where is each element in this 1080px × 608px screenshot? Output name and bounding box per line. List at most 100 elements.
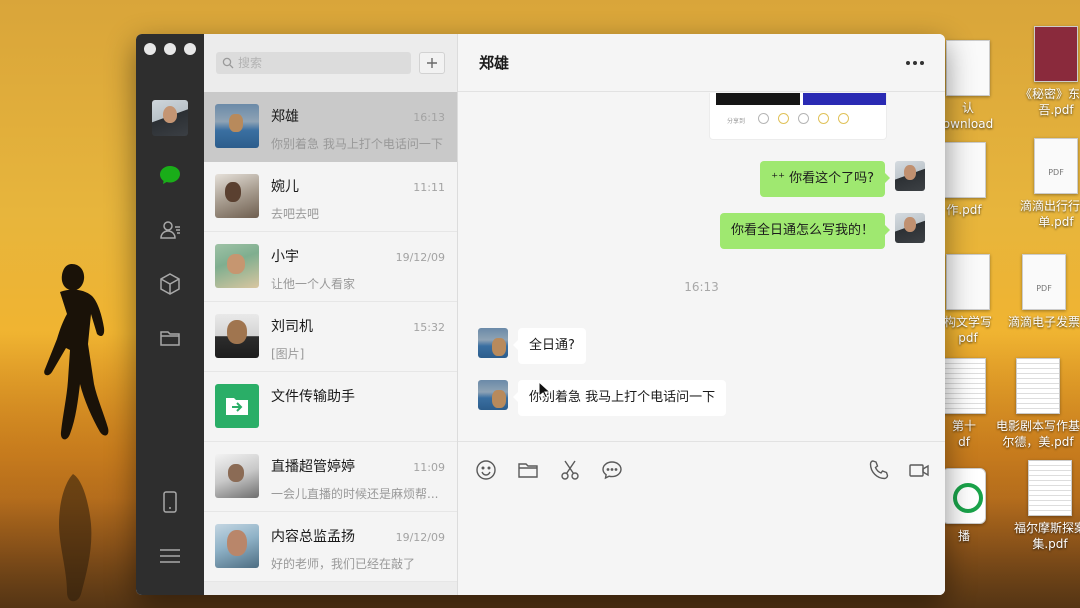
search-bar-row [204,34,457,92]
phone-icon [869,460,889,480]
emoji-icon [476,460,496,480]
video-call-button[interactable] [907,458,931,482]
chat-name: 直播超管婷婷 [271,459,355,475]
composer-toolbar [458,442,945,498]
chat-preview: 你别着急 我马上打个电话问一下 [271,137,443,151]
navigation-rail [136,34,204,595]
emoji-button[interactable] [474,458,498,482]
chat-item-info: 郑雄 16:13 你别着急 我马上打个电话问一下 [271,104,445,162]
card-thumbnail [716,93,800,105]
chat-item-info: 刘司机 15:32 [图片] [271,314,445,371]
chat-preview: 去吧去吧 [271,207,320,221]
chat-item-liu-siji[interactable]: 刘司机 15:32 [图片] [204,302,457,372]
pdf-book-icon [1034,26,1078,82]
desktop-file-icon[interactable]: PDF 滴滴出行行程 单.pdf [1010,138,1080,230]
chat-item-wan-er[interactable]: 婉儿 11:11 去吧去吧 [204,162,457,232]
video-camera-icon [909,464,929,477]
chats-nav-button[interactable] [156,161,184,189]
chat-item-info: 婉儿 11:11 去吧去吧 [271,174,445,231]
conversation-pane: 郑雄 分享到 ⁺⁺ 你看这个了吗? 你看全日通怎么写我的！ 16:13 全日通?… [458,34,945,595]
avatar [895,161,925,191]
scissors-icon [561,460,579,480]
chat-preview: 一会儿直播的时候还是麻烦帮... [271,487,439,501]
contacts-icon [160,221,180,239]
message-outgoing: 你看全日通怎么写我的！ [719,213,925,249]
invoice-document-icon: PDF [1022,254,1066,310]
search-icon [222,57,234,69]
chat-item-info: 直播超管婷婷 11:09 一会儿直播的时候还是麻烦帮... [271,454,445,511]
document-icon [946,40,990,96]
document-icon [942,142,986,198]
chat-history-button[interactable] [600,458,624,482]
message-bubble[interactable]: 你看全日通怎么写我的！ [719,213,891,249]
card-share-label: 分享到 [727,118,746,125]
chat-item-xiao-yu[interactable]: 小宇 19/12/09 让他一个人看家 [204,232,457,302]
send-file-button[interactable] [516,458,540,482]
message-timestamp: 16:13 [684,280,719,294]
my-avatar[interactable] [152,100,188,136]
contacts-nav-button[interactable] [156,216,184,244]
message-bubble[interactable]: ⁺⁺ 你看这个了吗? [760,161,890,197]
conversation-title: 郑雄 [479,54,510,72]
file-transfer-avatar [215,384,259,428]
runner-reflection [59,474,92,602]
chat-preview: 让他一个人看家 [271,277,356,291]
conversation-header: 郑雄 [458,34,945,92]
desktop-file-icon[interactable]: 福尔摩斯探案 集.pdf [1004,460,1080,552]
screenshot-button[interactable] [558,458,582,482]
file-transfer-icon [226,398,248,415]
menu-nav-button[interactable] [156,542,184,570]
call-buttons [867,458,931,482]
message-outgoing: ⁺⁺ 你看这个了吗? [760,161,925,197]
card-share-icons [758,113,849,124]
new-chat-button[interactable] [419,52,445,74]
zoom-window-button[interactable] [184,43,196,55]
chat-item-zheng-xiong[interactable]: 郑雄 16:13 你别着急 我马上打个电话问一下 [204,92,457,162]
cube-icon [160,273,180,295]
desktop-file-icon[interactable]: 《秘密》东野 吾.pdf [1010,26,1080,118]
more-options-button[interactable] [903,51,927,75]
chat-item-zhibo-tingting[interactable]: 直播超管婷婷 11:09 一会儿直播的时候还是麻烦帮... [204,442,457,512]
mobile-nav-button[interactable] [156,488,184,516]
desktop-file-icon[interactable]: 电影剧本写作基 尔德，美.pdf [992,358,1080,450]
message-bubble[interactable]: 全日通? [513,328,586,364]
shared-link-card[interactable]: 分享到 [710,93,886,139]
chat-bubble-icon [160,166,180,184]
chat-name: 婉儿 [271,179,299,195]
search-box[interactable] [216,52,411,74]
chat-time: 11:09 [413,461,445,474]
chat-list-panel: 郑雄 16:13 你别着急 我马上打个电话问一下 婉儿 11:11 去吧去吧 小… [204,34,458,595]
chat-time: 19/12/09 [395,531,445,544]
avatar [215,244,259,288]
message-input-area[interactable] [458,498,945,595]
chat-name: 小宇 [271,249,299,265]
runner-silhouette [44,264,109,440]
share-icon [798,113,809,124]
document-icon [946,254,990,310]
voice-call-button[interactable] [867,458,891,482]
desktop-file-icon[interactable]: PDF 滴滴电子发票 [998,254,1080,330]
chat-item-meng-yang[interactable]: 内容总监孟扬 19/12/09 好的老师，我们已经在敲了 [204,512,457,582]
message-incoming: 全日通? [478,328,586,364]
message-composer [458,441,945,595]
chat-item-info: 文件传输助手 [271,384,445,441]
minimize-window-button[interactable] [164,43,176,55]
chat-name: 内容总监孟扬 [271,529,355,545]
mouse-cursor-icon [538,381,552,399]
chat-time: 19/12/09 [395,251,445,264]
folder-icon [518,463,538,478]
chat-item-info: 内容总监孟扬 19/12/09 好的老师，我们已经在敲了 [271,524,445,581]
search-input[interactable] [238,56,378,70]
close-window-button[interactable] [144,43,156,55]
chat-name: 刘司机 [271,319,313,335]
files-nav-button[interactable] [156,324,184,352]
document-icon [1016,358,1060,414]
speech-bubble-icon [602,461,622,480]
chat-preview: [图片] [271,347,305,361]
share-icon [818,113,829,124]
folder-icon [160,331,180,346]
chat-item-file-transfer[interactable]: 文件传输助手 [204,372,457,442]
mini-programs-nav-button[interactable] [156,270,184,298]
more-dots-icon [906,60,924,65]
document-icon [1028,460,1072,516]
